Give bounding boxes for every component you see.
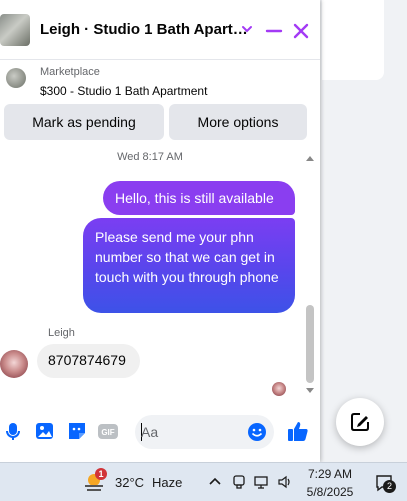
- message-list: Wed 8:17 AM Hello, this is still availab…: [0, 148, 320, 398]
- taskbar: 1 32°C Haze 7:29 AM 5/8/2025 2: [0, 462, 407, 501]
- seen-avatar: [272, 382, 286, 396]
- avatar[interactable]: [0, 350, 28, 378]
- sticker-icon[interactable]: [66, 420, 88, 442]
- more-options-button[interactable]: More options: [169, 104, 307, 140]
- photo-icon[interactable]: [34, 420, 56, 442]
- weather-condition[interactable]: Haze: [152, 475, 182, 490]
- background-card: [322, 0, 384, 80]
- chat-title[interactable]: Leigh · Studio 1 Bath Apart…: [40, 21, 248, 38]
- notification-badge: 2: [383, 480, 396, 493]
- composer: GIF: [0, 406, 320, 458]
- svg-text:GIF: GIF: [101, 428, 114, 437]
- listing-thumbnail[interactable]: [0, 14, 30, 46]
- chat-header: Leigh · Studio 1 Bath Apart…: [0, 0, 320, 60]
- message-timestamp: Wed 8:17 AM: [117, 151, 183, 163]
- scrollbar[interactable]: [304, 152, 316, 396]
- microphone-icon[interactable]: [2, 420, 24, 442]
- outgoing-message[interactable]: Please send me your phn number so that w…: [83, 218, 295, 313]
- network-icon[interactable]: [253, 474, 269, 490]
- close-icon[interactable]: [290, 20, 312, 42]
- compose-icon: [351, 413, 369, 431]
- weather-badge: 1: [95, 468, 107, 480]
- volume-icon[interactable]: [277, 474, 293, 490]
- outgoing-message[interactable]: Hello, this is still available: [103, 181, 295, 215]
- listing-icon: [6, 68, 26, 88]
- scroll-down-arrow[interactable]: [306, 388, 314, 393]
- emoji-icon[interactable]: [247, 422, 267, 442]
- listing-source: Marketplace: [40, 66, 100, 78]
- chat-window: Leigh · Studio 1 Bath Apart… Marketplace…: [0, 0, 320, 462]
- listing-actions: Mark as pending More options: [0, 104, 320, 144]
- clock-time[interactable]: 7:29 AM: [307, 467, 353, 481]
- incoming-message[interactable]: 8707874679: [37, 344, 140, 378]
- scrollbar-thumb[interactable]: [306, 305, 314, 383]
- listing-title: $300 - Studio 1 Bath Apartment: [40, 84, 208, 98]
- new-message-button[interactable]: [336, 398, 384, 446]
- temperature[interactable]: 32°C: [115, 475, 144, 490]
- listing-info[interactable]: Marketplace $300 - Studio 1 Bath Apartme…: [0, 60, 320, 104]
- message-input[interactable]: [141, 422, 241, 442]
- clock-date[interactable]: 5/8/2025: [305, 485, 355, 499]
- scroll-up-arrow[interactable]: [306, 156, 314, 161]
- message-field[interactable]: [135, 415, 274, 449]
- minimize-icon[interactable]: [264, 20, 284, 40]
- copilot-icon[interactable]: [231, 474, 247, 490]
- chevron-up-icon[interactable]: [207, 474, 223, 490]
- thumbs-up-icon[interactable]: [286, 419, 310, 443]
- chevron-down-icon[interactable]: [240, 20, 254, 38]
- gif-icon[interactable]: GIF: [97, 420, 119, 442]
- sender-name: Leigh: [48, 327, 75, 339]
- mark-as-pending-button[interactable]: Mark as pending: [4, 104, 164, 140]
